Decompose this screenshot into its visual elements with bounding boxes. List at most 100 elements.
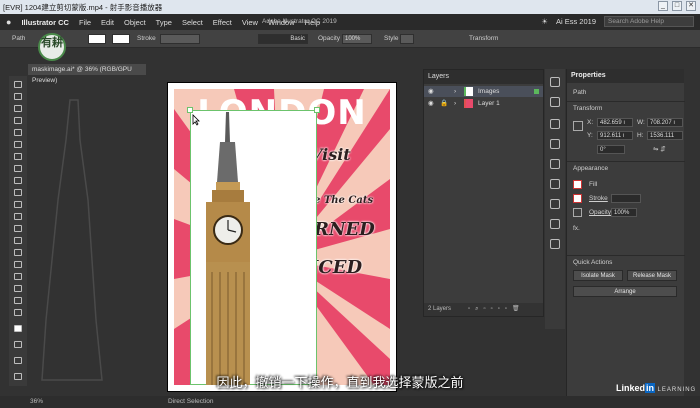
gradient-panel-icon[interactable] — [550, 219, 560, 229]
opacity-field[interactable]: 100% — [611, 208, 637, 217]
menu-effect[interactable]: Effect — [213, 18, 232, 27]
eraser-tool-icon[interactable] — [13, 188, 23, 197]
big-ben-image[interactable] — [192, 112, 265, 385]
x-field[interactable]: 482.659 ı — [597, 118, 633, 127]
menu-type[interactable]: Type — [156, 18, 172, 27]
direct-selection-tool-icon[interactable] — [13, 92, 23, 101]
style-label[interactable]: Style — [384, 35, 398, 42]
layer-name[interactable]: Layer 1 — [478, 98, 500, 109]
transparency-panel-icon[interactable] — [550, 239, 560, 249]
more-tools-icon[interactable] — [13, 372, 23, 381]
y-label: Y: — [587, 132, 593, 139]
flip-icons[interactable]: ⇋ ⇵ — [653, 145, 666, 153]
stroke-label[interactable]: Stroke — [137, 35, 156, 42]
brushes-icon[interactable] — [550, 139, 560, 149]
pen-tool-icon[interactable] — [13, 116, 23, 125]
stroke-weight-field[interactable] — [611, 194, 641, 203]
bounding-handle[interactable] — [314, 107, 320, 113]
gradient-tool-icon[interactable] — [13, 248, 23, 257]
layer-action-icons[interactable]: ▫⌕▫▫▫▫🗑 — [468, 303, 525, 316]
poster-line-cats: e The Cats — [314, 195, 374, 206]
color-mode-icon[interactable] — [13, 340, 23, 349]
menu-view[interactable]: View — [242, 18, 258, 27]
height-field[interactable]: 1536.111 — [647, 131, 683, 140]
fx-button[interactable]: fx. — [573, 225, 580, 232]
opacity-label[interactable]: Opacity — [589, 209, 611, 216]
shape-builder-icon[interactable] — [13, 236, 23, 245]
menu-object[interactable]: Object — [124, 18, 146, 27]
close-button[interactable]: ✕ — [686, 1, 696, 11]
layers-panel-icon[interactable] — [550, 77, 560, 87]
fill-swatch[interactable] — [88, 34, 106, 44]
swatches-icon[interactable] — [550, 119, 560, 129]
graphic-styles-icon[interactable] — [550, 179, 560, 189]
type-tool-icon[interactable] — [13, 176, 23, 185]
layers-panel-title[interactable]: Layers — [424, 70, 543, 84]
eyedropper-tool-icon[interactable] — [13, 260, 23, 269]
workspace-switcher[interactable]: Ai Ess 2019 — [556, 17, 596, 26]
stroke-swatch-icon[interactable] — [573, 194, 582, 203]
stroke-weight-field[interactable] — [160, 34, 200, 44]
scale-tool-icon[interactable] — [13, 212, 23, 221]
width-field[interactable]: 708.207 ı — [647, 118, 683, 127]
fill-label[interactable]: Fill — [589, 181, 597, 188]
status-tool: Direct Selection — [168, 398, 214, 405]
opacity-label[interactable]: Opacity — [318, 35, 340, 42]
hand-tool-icon[interactable] — [13, 296, 23, 305]
isolate-mask-button[interactable]: Isolate Mask — [573, 270, 623, 281]
blend-tool-icon[interactable] — [13, 272, 23, 281]
layer-row-layer1[interactable]: ◉ 🔒 › Layer 1 — [424, 98, 543, 109]
help-search-input[interactable]: Search Adobe Help — [604, 16, 694, 27]
rotation-field[interactable]: 0° — [597, 145, 625, 154]
expand-arrow-icon[interactable]: › — [454, 86, 456, 97]
artboard-tool-icon[interactable] — [13, 284, 23, 293]
symbols-icon[interactable] — [550, 159, 560, 169]
menu-select[interactable]: Select — [182, 18, 203, 27]
watermark-badge: 有耕 — [38, 33, 66, 61]
lightbulb-icon[interactable]: ☀ — [541, 17, 548, 26]
document-tab[interactable]: maskimage.ai* @ 36% (RGB/GPU Preview) — [28, 64, 146, 84]
rectangle-tool-icon[interactable] — [13, 140, 23, 149]
stroke-profile[interactable]: Basic — [258, 34, 308, 44]
fill-stroke-swatch-icon[interactable] — [13, 324, 23, 333]
layer-name[interactable]: Images — [478, 86, 499, 97]
magic-wand-icon[interactable] — [13, 104, 23, 113]
transform-link[interactable]: Transform — [469, 35, 498, 42]
stroke-swatch[interactable] — [112, 34, 130, 44]
fill-swatch-icon[interactable] — [573, 180, 582, 189]
stroke-panel-icon[interactable] — [550, 199, 560, 209]
app-menubar: ● Illustrator CC File Edit Object Type S… — [0, 14, 700, 30]
stroke-label[interactable]: Stroke — [589, 195, 608, 202]
opacity-field[interactable]: 100% — [342, 34, 372, 44]
app-name[interactable]: Illustrator CC — [21, 18, 69, 27]
release-mask-button[interactable]: Release Mask — [627, 270, 677, 281]
properties-panel-title[interactable]: Properties — [567, 69, 684, 83]
reference-point-icon[interactable] — [573, 121, 583, 131]
menu-file[interactable]: File — [79, 18, 91, 27]
arrange-button[interactable]: Arrange — [573, 286, 677, 297]
y-field[interactable]: 912.611 ı — [597, 131, 633, 140]
apple-icon[interactable]: ● — [6, 17, 11, 27]
layer-row-images[interactable]: ◉ › Images — [424, 86, 543, 97]
lock-icon[interactable]: 🔒 — [440, 98, 448, 109]
maximize-button[interactable]: □ — [672, 1, 682, 11]
width-tool-icon[interactable] — [13, 224, 23, 233]
pencil-tool-icon[interactable] — [13, 164, 23, 173]
linkedin-learning-logo: Linkedin LEARNING — [616, 383, 697, 393]
eye-icon[interactable]: ◉ — [428, 98, 434, 109]
libraries-icon[interactable] — [550, 97, 560, 107]
selection-tool-icon[interactable] — [13, 80, 23, 89]
minimize-button[interactable]: _ — [658, 1, 668, 11]
zoom-tool-icon[interactable] — [13, 308, 23, 317]
expand-arrow-icon[interactable]: › — [454, 98, 456, 109]
rotate-tool-icon[interactable] — [13, 200, 23, 209]
zoom-level[interactable]: 36% — [30, 398, 43, 405]
selection-indicator-icon[interactable] — [534, 89, 539, 94]
menu-edit[interactable]: Edit — [101, 18, 114, 27]
curvature-tool-icon[interactable] — [13, 128, 23, 137]
draw-mode-icon[interactable] — [13, 356, 23, 365]
stroke-style-value: Basic — [290, 36, 305, 42]
style-dropdown[interactable] — [400, 34, 414, 44]
brush-tool-icon[interactable] — [13, 152, 23, 161]
eye-icon[interactable]: ◉ — [428, 86, 434, 97]
